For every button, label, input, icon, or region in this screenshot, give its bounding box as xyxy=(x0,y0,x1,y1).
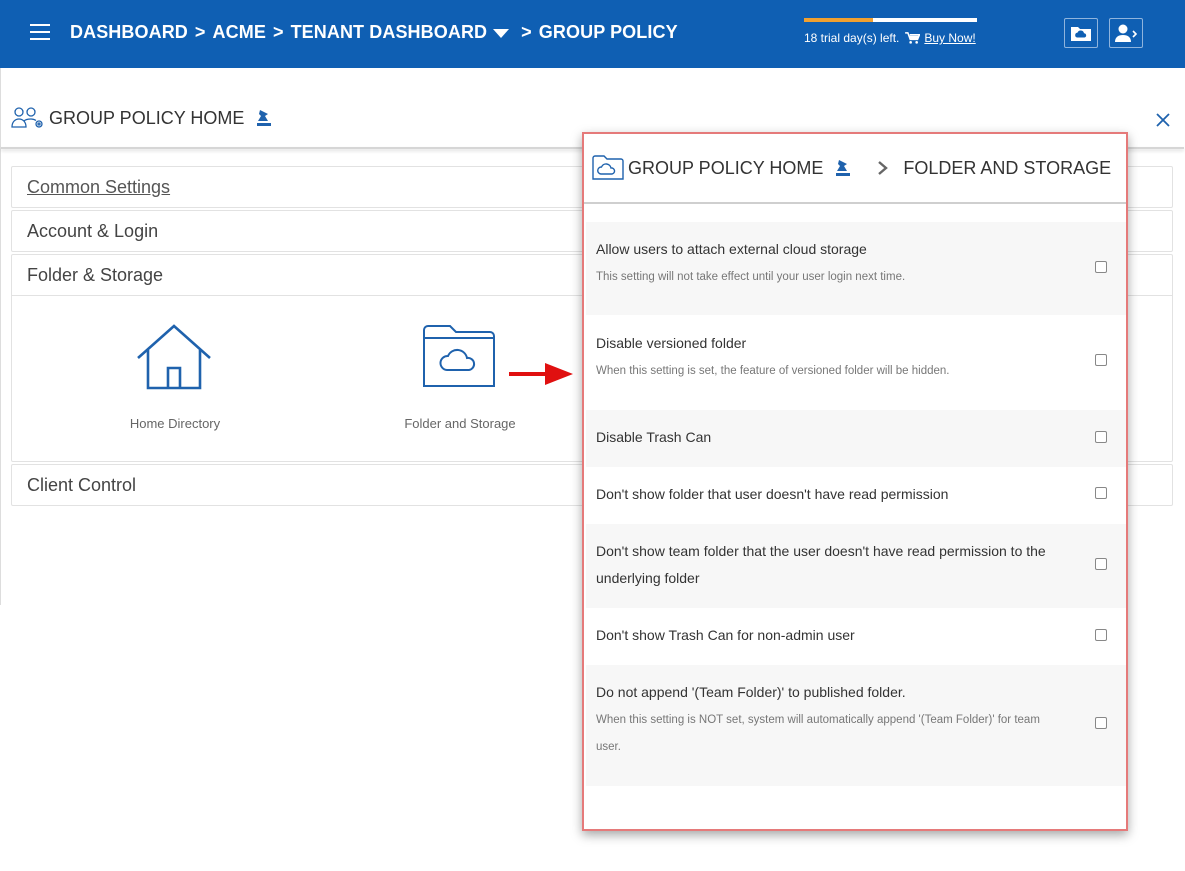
setting-description: When this setting is NOT set, system wil… xyxy=(596,714,1040,753)
trial-progress-fill xyxy=(804,18,874,22)
breadcrumb-group-policy: GROUP POLICY xyxy=(538,22,678,42)
breadcrumb-tenant-dashboard[interactable]: TENANT DASHBOARD xyxy=(291,22,488,43)
setting-checkbox[interactable] xyxy=(1095,717,1107,729)
red-arrow-annotation xyxy=(509,363,573,385)
page-title-text: GROUP POLICY HOME xyxy=(49,107,245,128)
breadcrumb-separator: > xyxy=(272,22,284,42)
close-icon[interactable] xyxy=(1155,112,1171,128)
setting-row: Don't show folder that user doesn't have… xyxy=(586,467,1126,524)
setting-description: This setting will not take effect until … xyxy=(596,271,906,283)
setting-description: When this setting is set, the feature of… xyxy=(596,365,950,377)
folder-storage-panel: GROUP POLICY HOME FOLDER AND STORAGE All… xyxy=(582,132,1128,831)
files-button[interactable] xyxy=(1064,18,1098,48)
trial-status: 18 trial day(s) left. Buy Now! xyxy=(804,18,977,45)
user-menu-button[interactable] xyxy=(1109,18,1143,48)
panel-current-title: FOLDER AND STORAGE xyxy=(903,157,1112,178)
setting-title: Don't show Trash Can for non-admin user xyxy=(596,627,855,643)
setting-checkbox[interactable] xyxy=(1095,487,1107,499)
cloud-folder-icon xyxy=(1071,27,1091,41)
trial-days-text: 18 trial day(s) left. xyxy=(804,31,900,45)
tile-label: Folder and Storage xyxy=(404,416,516,431)
setting-checkbox[interactable] xyxy=(1095,629,1107,641)
setting-row: Do not append '(Team Folder)' to publish… xyxy=(586,665,1126,786)
pin-icon[interactable] xyxy=(256,109,272,127)
user-icon xyxy=(1115,24,1138,42)
setting-title: Do not append '(Team Folder)' to publish… xyxy=(596,684,906,700)
cloud-folder-icon xyxy=(592,155,624,180)
chevron-right-icon xyxy=(878,161,889,175)
top-bar: DASHBOARD > ACME > TENANT DASHBOARD > GR… xyxy=(0,0,1185,68)
setting-row: Disable versioned folder When this setti… xyxy=(586,315,1126,410)
setting-title: Don't show team folder that the user doe… xyxy=(596,543,1046,586)
setting-title: Disable versioned folder xyxy=(596,335,747,351)
setting-title: Allow users to attach external cloud sto… xyxy=(596,241,867,257)
page-title: GROUP POLICY HOME xyxy=(11,106,272,130)
user-group-settings-icon xyxy=(11,107,43,128)
breadcrumb-separator: > xyxy=(194,22,206,42)
setting-row: Disable Trash Can xyxy=(586,410,1126,467)
caret-down-icon[interactable] xyxy=(493,29,510,38)
breadcrumb: DASHBOARD > ACME > TENANT DASHBOARD > GR… xyxy=(70,22,678,43)
setting-checkbox[interactable] xyxy=(1095,354,1107,366)
panel-breadcrumb: GROUP POLICY HOME FOLDER AND STORAGE xyxy=(584,134,1126,204)
house-icon xyxy=(137,324,211,390)
setting-checkbox[interactable] xyxy=(1095,261,1107,273)
breadcrumb-acme[interactable]: ACME xyxy=(213,22,266,43)
buy-now-link[interactable]: Buy Now! xyxy=(924,31,975,45)
panel-home-link[interactable]: GROUP POLICY HOME xyxy=(628,158,823,179)
setting-row: Don't show team folder that the user doe… xyxy=(586,524,1126,608)
setting-checkbox[interactable] xyxy=(1095,558,1107,570)
breadcrumb-separator: > xyxy=(521,22,532,42)
breadcrumb-dashboard[interactable]: DASHBOARD xyxy=(70,22,188,43)
setting-row: Don't show Trash Can for non-admin user xyxy=(586,608,1126,665)
cart-icon xyxy=(905,32,921,44)
hamburger-menu-icon[interactable] xyxy=(30,24,50,42)
setting-title: Disable Trash Can xyxy=(596,429,712,445)
trial-progress-bar xyxy=(804,18,977,22)
tile-label: Home Directory xyxy=(129,416,221,431)
pin-icon[interactable] xyxy=(835,159,851,177)
setting-checkbox[interactable] xyxy=(1095,431,1107,443)
setting-title: Don't show folder that user doesn't have… xyxy=(596,486,949,502)
setting-row: Allow users to attach external cloud sto… xyxy=(586,222,1126,315)
